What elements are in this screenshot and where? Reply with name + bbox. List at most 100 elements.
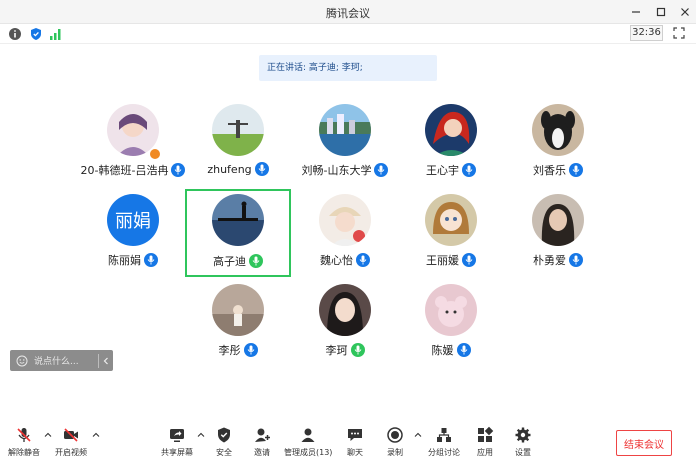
manage-members-button[interactable]: 管理成员(13) — [284, 426, 332, 458]
breakout-icon — [437, 428, 451, 442]
start-video-label: 开启视频 — [55, 448, 87, 457]
security-button[interactable]: 安全 — [215, 426, 233, 458]
share-screen-label: 共享屏幕 — [161, 448, 193, 457]
participant-name: 朴勇爱 — [533, 254, 566, 267]
microphone-icon — [374, 163, 389, 177]
end-meeting-button[interactable]: 结束会议 — [616, 430, 672, 456]
avatar — [212, 194, 264, 246]
participant-name: 刘香乐 — [533, 164, 566, 177]
chevron-up-icon[interactable] — [414, 431, 422, 439]
minimize-button[interactable] — [626, 2, 646, 22]
microphone-icon — [356, 253, 370, 267]
participant-tile[interactable]: 陈媛 — [398, 272, 504, 360]
participant-tile[interactable]: zhufeng — [185, 92, 291, 180]
share-screen-button[interactable]: 共享屏幕 — [161, 426, 193, 458]
microphone-icon — [456, 343, 471, 357]
chevron-up-icon[interactable] — [92, 431, 100, 439]
collapse-chat-button[interactable] — [99, 354, 113, 368]
avatar — [425, 104, 477, 156]
microphone-icon — [569, 253, 583, 267]
participant-name: 陈媛 — [431, 344, 454, 357]
participant-name: 刘畅-山东大学 — [301, 164, 372, 177]
microphone-icon — [171, 163, 186, 177]
speaking-banner: 正在讲话: 高子迪; 李珂; — [259, 55, 437, 81]
settings-label: 设置 — [515, 448, 531, 457]
signal-icon[interactable] — [49, 27, 63, 41]
participant-tile[interactable]: 朴勇爱 — [505, 182, 611, 270]
close-icon — [681, 8, 689, 16]
gear-icon — [515, 427, 531, 443]
participant-name: 王丽媛 — [426, 254, 459, 267]
participant-name: 高子迪 — [213, 255, 246, 268]
shield-icon — [218, 427, 230, 443]
record-icon — [387, 427, 403, 443]
avatar — [425, 284, 477, 336]
participant-tile[interactable]: 丽娟 陈丽娟 — [80, 182, 186, 270]
invite-label: 邀请 — [254, 448, 270, 457]
maximize-button[interactable] — [651, 2, 671, 22]
chat-label: 聊天 — [347, 448, 363, 457]
participant-tile[interactable]: 李彤 — [185, 272, 291, 360]
microphone-icon — [462, 163, 476, 177]
breakout-label: 分组讨论 — [428, 448, 460, 457]
avatar — [319, 284, 371, 336]
record-button[interactable]: 录制 — [386, 426, 404, 458]
invite-button[interactable]: 邀请 — [253, 426, 271, 458]
info-icon[interactable] — [8, 27, 22, 41]
window-title: 腾讯会议 — [326, 7, 370, 20]
chat-icon — [348, 429, 362, 441]
manage-members-label: 管理成员(13) — [284, 448, 333, 457]
chat-placeholder: 说点什么... — [34, 357, 79, 367]
security-label: 安全 — [216, 448, 232, 457]
participant-tile[interactable]: 魏心怡 — [292, 182, 398, 270]
chevron-up-icon[interactable] — [197, 431, 205, 439]
maximize-icon — [656, 7, 666, 17]
breakout-button[interactable]: 分组讨论 — [428, 426, 460, 458]
participant-tile[interactable]: 刘香乐 — [505, 92, 611, 180]
participant-tile[interactable]: 王丽媛 — [398, 182, 504, 270]
microphone-muted-icon — [17, 428, 31, 442]
settings-button[interactable]: 设置 — [514, 426, 532, 458]
participant-name: 李彤 — [218, 344, 241, 357]
microphone-icon — [462, 253, 476, 267]
participant-name: 20-韩德班-吕浩冉 — [80, 164, 169, 177]
chevron-up-icon[interactable] — [44, 431, 52, 439]
bottom-toolbar: 解除静音 开启视频 共享屏幕 安全 邀请 管理成员(13) 聊天 录制 分组讨论… — [0, 420, 696, 464]
microphone-icon — [144, 253, 158, 267]
avatar — [319, 104, 371, 156]
participant-name: 王心宇 — [426, 164, 459, 177]
unmute-button[interactable]: 解除静音 — [8, 426, 40, 458]
apps-grid-icon — [478, 426, 494, 442]
emoji-icon[interactable] — [16, 355, 28, 367]
chat-button[interactable]: 聊天 — [346, 426, 364, 458]
chat-input[interactable]: 说点什么... — [10, 350, 113, 371]
record-label: 录制 — [387, 448, 403, 457]
close-button[interactable] — [675, 2, 695, 22]
microphone-icon — [243, 343, 258, 357]
avatar — [425, 194, 477, 246]
microphone-speaking-icon — [350, 343, 365, 357]
shield-icon[interactable] — [29, 27, 43, 41]
avatar — [212, 284, 264, 336]
microphone-icon — [254, 162, 269, 176]
fullscreen-icon[interactable] — [673, 27, 685, 39]
microphone-speaking-icon — [249, 254, 263, 268]
participant-tile[interactable]: 李珂 — [292, 272, 398, 360]
participant-name: zhufeng — [207, 162, 252, 176]
members-icon — [301, 428, 315, 442]
participant-tile[interactable]: 王心宇 — [398, 92, 504, 180]
start-video-button[interactable]: 开启视频 — [55, 426, 87, 458]
participant-tile[interactable]: 刘畅-山东大学 — [292, 92, 398, 180]
participant-name: 魏心怡 — [320, 254, 353, 267]
meeting-timer: 32:36 — [630, 25, 663, 41]
info-bar — [0, 24, 696, 44]
participant-tile-active-speaker[interactable]: 高子迪 — [185, 189, 291, 277]
chevron-left-icon — [103, 357, 108, 364]
apps-label: 应用 — [477, 448, 493, 457]
participant-tile[interactable]: 20-韩德班-吕浩冉 — [80, 92, 186, 180]
host-badge — [149, 148, 161, 160]
participant-name: 陈丽娟 — [108, 254, 141, 267]
apps-button[interactable]: 应用 — [476, 426, 494, 458]
participant-name: 李珂 — [325, 344, 348, 357]
avatar — [532, 104, 584, 156]
